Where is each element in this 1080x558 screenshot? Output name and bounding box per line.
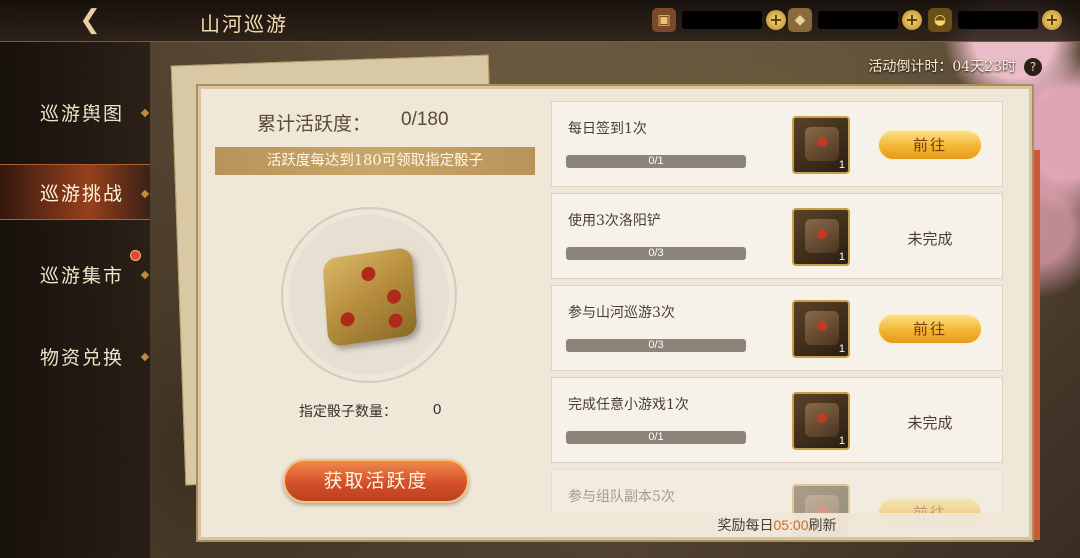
add-gold-button[interactable]: +	[1042, 10, 1062, 30]
task-title: 完成任意小游戏1次	[568, 397, 689, 413]
sidebar-item-label: 巡游舆图	[40, 102, 125, 125]
reward-dice-icon[interactable]: 1	[792, 116, 850, 174]
reward-dice-icon[interactable]: 1	[792, 392, 850, 450]
get-activity-button[interactable]: 获取活跃度	[283, 459, 469, 503]
task-progress: 0/3	[566, 247, 746, 260]
refresh-time: 05:00	[773, 517, 809, 533]
task-status: 未完成	[907, 414, 953, 432]
diamond-marker-icon	[140, 189, 150, 199]
reward-quantity: 1	[838, 343, 845, 355]
task-title: 参与组队副本5次	[568, 489, 675, 505]
task-status: 未完成	[907, 230, 953, 248]
ore-icon: ◆	[788, 8, 812, 32]
reward-dice-icon[interactable]: 1	[792, 300, 850, 358]
page-title: 山河巡游	[200, 12, 288, 36]
reward-dice-icon[interactable]: 1	[792, 208, 850, 266]
diamond-marker-icon	[140, 352, 150, 362]
top-bar: ❮ 山河巡游 ▣ + ◆ + ◒ +	[0, 0, 1080, 42]
currency-value	[818, 11, 898, 29]
dice-display	[281, 207, 457, 383]
chest-icon: ▣	[652, 8, 676, 32]
sidebar-item-label: 巡游集市	[40, 264, 125, 287]
task-row: 使用3次洛阳铲 0/3 1 未完成	[551, 193, 1003, 279]
task-row: 参与山河巡游3次 0/3 1 前往	[551, 285, 1003, 371]
sidebar-item-label: 物资兑换	[40, 346, 125, 369]
add-ore-button[interactable]: +	[902, 10, 922, 30]
challenge-panel: 累计活跃度： 0/180 活跃度每达到180可领取指定骰子 指定骰子数量： 0 …	[198, 86, 1032, 540]
sidebar-item-exchange[interactable]: 物资兑换	[0, 328, 150, 384]
task-row: 每日签到1次 0/1 1 前往	[551, 101, 1003, 187]
activity-label: 累计活跃度：	[257, 113, 372, 135]
add-chest-button[interactable]: +	[766, 10, 786, 30]
sidebar-item-map[interactable]: 巡游舆图	[0, 84, 150, 140]
task-title: 每日签到1次	[568, 121, 647, 137]
currency-value	[958, 11, 1038, 29]
go-button[interactable]: 前往	[878, 130, 982, 160]
dice-count-value: 0	[433, 401, 442, 418]
sidebar-item-challenge[interactable]: 巡游挑战	[0, 164, 150, 220]
currency-gold: ◒ +	[928, 8, 1080, 32]
sidebar-item-market[interactable]: 巡游集市	[0, 246, 150, 302]
dice-count-label: 指定骰子数量：	[299, 404, 397, 420]
task-progress: 0/3	[566, 339, 746, 352]
diamond-marker-icon	[140, 270, 150, 280]
task-title: 使用3次洛阳铲	[568, 213, 661, 229]
activity-value: 0/180	[401, 109, 449, 130]
task-progress: 0/1	[566, 431, 746, 444]
sidebar-item-label: 巡游挑战	[40, 182, 125, 205]
refresh-prefix: 奖励每日	[717, 518, 774, 534]
gold-ingot-icon: ◒	[928, 8, 952, 32]
activity-summary: 累计活跃度： 0/180 活跃度每达到180可领取指定骰子 指定骰子数量： 0 …	[201, 89, 537, 537]
task-progress: 0/1	[566, 155, 746, 168]
refresh-suffix: 刷新	[808, 518, 837, 534]
task-list[interactable]: 每日签到1次 0/1 1 前往 使用3次洛阳铲 0/3 1 未完成 参与山河巡游…	[551, 101, 1003, 537]
back-arrow-icon[interactable]: ❮	[72, 6, 108, 34]
diamond-marker-icon	[140, 108, 150, 118]
go-button[interactable]: 前往	[878, 314, 982, 344]
refresh-note: 奖励每日05:00刷新	[551, 513, 1003, 537]
activity-notice: 活跃度每达到180可领取指定骰子	[215, 147, 535, 175]
sidebar: 巡游舆图 巡游挑战 巡游集市 物资兑换	[0, 42, 150, 558]
reward-quantity: 1	[838, 435, 845, 447]
task-title: 参与山河巡游3次	[568, 305, 675, 321]
notification-badge	[130, 250, 141, 261]
reward-quantity: 1	[838, 159, 845, 171]
dice-icon	[322, 246, 418, 348]
task-row: 完成任意小游戏1次 0/1 1 未完成	[551, 377, 1003, 463]
currency-value	[682, 11, 762, 29]
reward-quantity: 1	[838, 251, 845, 263]
help-icon[interactable]: ?	[1024, 58, 1042, 76]
activity-countdown: 活动倒计时：04天23时	[868, 59, 1016, 75]
